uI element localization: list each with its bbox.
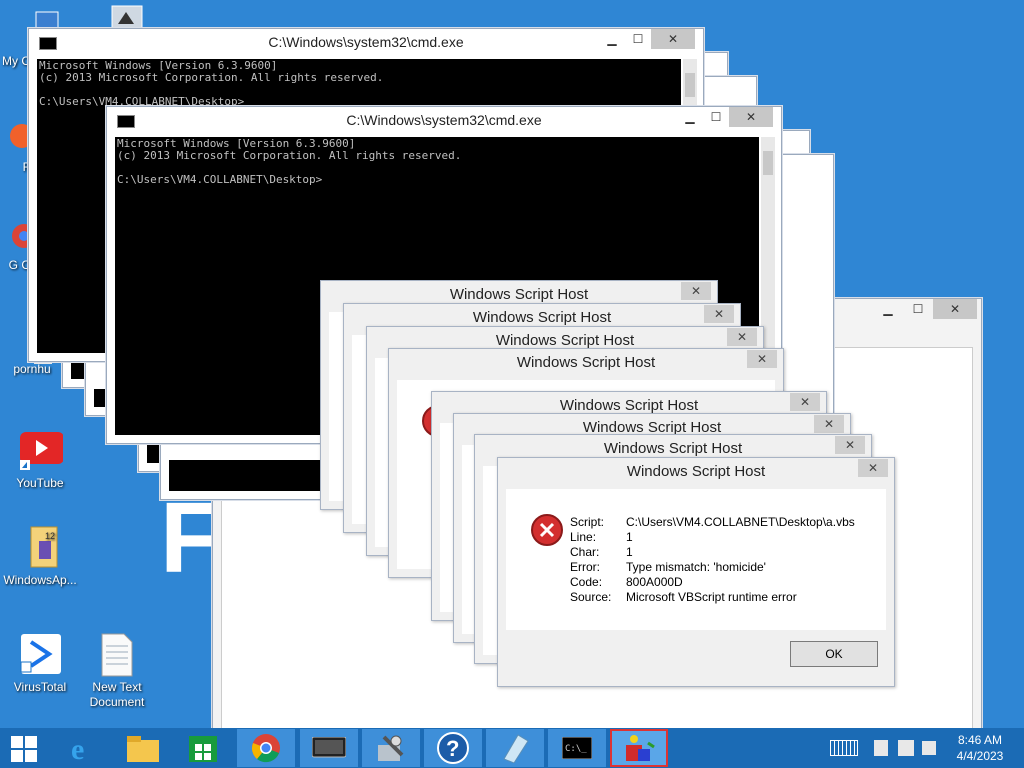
error-details: Script: C:\Users\VM4.COLLABNET\Desktop\a.… bbox=[570, 515, 855, 605]
taskbar-ie[interactable]: e bbox=[54, 729, 112, 767]
clock[interactable]: 8:46 AM 4/4/2023 bbox=[948, 732, 1012, 764]
taskbar-help[interactable]: ? bbox=[424, 729, 482, 767]
taskbar-chrome[interactable] bbox=[237, 729, 295, 767]
field-label: Source: bbox=[570, 590, 612, 604]
dialog-title: Windows Script Host bbox=[559, 397, 699, 414]
store-icon bbox=[189, 736, 217, 762]
svg-text:C:\_: C:\_ bbox=[565, 744, 587, 754]
field-value: 1 bbox=[626, 530, 633, 544]
taskbar: e ? C:\_ 8:46 AM 4/4/2023 bbox=[0, 728, 1024, 768]
close-button[interactable]: ✕ bbox=[814, 415, 844, 433]
script-host-icon bbox=[626, 735, 655, 761]
svg-text:e: e bbox=[71, 733, 84, 763]
close-button[interactable]: ✕ bbox=[933, 299, 977, 319]
chrome-icon bbox=[251, 734, 280, 763]
maximize-button[interactable]: ☐ bbox=[903, 299, 933, 319]
notepad-icon bbox=[503, 734, 529, 763]
app-icon bbox=[0, 118, 34, 158]
close-button[interactable]: ✕ bbox=[681, 282, 711, 300]
ok-button[interactable]: OK bbox=[790, 641, 878, 667]
taskbar-tools[interactable] bbox=[362, 729, 420, 767]
dialog-title: Windows Script Host bbox=[472, 309, 612, 326]
desktop-icon-virustotal[interactable]: VirusTotal bbox=[0, 630, 80, 695]
error-icon bbox=[531, 514, 563, 546]
dialog-message-area: Script: C:\Users\VM4.COLLABNET\Desktop\a.… bbox=[506, 489, 886, 630]
desktop-icon-youtube[interactable]: YouTube bbox=[0, 430, 80, 491]
dialog-title: Windows Script Host bbox=[495, 332, 635, 349]
virustotal-icon bbox=[17, 630, 63, 676]
field-value: C:\Users\VM4.COLLABNET\Desktop\a.vbs bbox=[626, 515, 855, 529]
clock-time: 8:46 AM bbox=[957, 733, 1003, 747]
taskbar-script-host[interactable] bbox=[610, 729, 668, 767]
network-icon[interactable] bbox=[898, 740, 914, 756]
close-button[interactable]: ✕ bbox=[727, 328, 757, 346]
close-button[interactable]: ✕ bbox=[835, 436, 865, 454]
field-label: Code: bbox=[570, 575, 603, 589]
svg-text:12: 12 bbox=[45, 531, 55, 541]
minimize-button[interactable]: ▁ bbox=[677, 107, 703, 127]
field-label: Char: bbox=[570, 545, 600, 559]
close-button[interactable]: ✕ bbox=[790, 393, 820, 411]
field-value: Type mismatch: 'homicide' bbox=[626, 560, 766, 574]
close-button[interactable]: ✕ bbox=[729, 107, 773, 127]
dialog-title: Windows Script Host bbox=[449, 286, 589, 303]
chrome-icon bbox=[0, 220, 36, 256]
title-bar[interactable]: C:\Windows\system32\cmd.exe ▁ ☐ ✕ bbox=[29, 29, 703, 56]
taskbar-file-explorer[interactable] bbox=[114, 729, 172, 767]
dialog-title: Windows Script Host bbox=[603, 440, 743, 457]
close-button[interactable]: ✕ bbox=[651, 29, 695, 49]
desktop-icon-new-text-document[interactable]: New Text Document bbox=[77, 632, 157, 710]
youtube-icon bbox=[17, 430, 64, 476]
desktop-icon-windowsapp[interactable]: 12 WindowsAp... bbox=[0, 525, 80, 588]
taskbar-notepad[interactable] bbox=[486, 729, 544, 767]
field-value: 800A000D bbox=[626, 575, 683, 589]
archive-icon: 12 bbox=[17, 525, 63, 571]
dialog-title: Windows Script Host bbox=[626, 463, 766, 480]
file-explorer-icon bbox=[127, 736, 159, 762]
text-document-icon bbox=[94, 632, 140, 678]
minimize-button[interactable]: ▁ bbox=[873, 299, 903, 319]
field-label: Script: bbox=[570, 515, 605, 529]
clock-date: 4/4/2023 bbox=[956, 749, 1004, 763]
help-icon: ? bbox=[437, 732, 469, 764]
close-button[interactable]: ✕ bbox=[704, 305, 734, 323]
field-value: 1 bbox=[626, 545, 633, 559]
tablet-icon bbox=[312, 737, 346, 758]
field-label: Line: bbox=[570, 530, 597, 544]
cmd-icon: C:\_ bbox=[562, 737, 592, 759]
field-label: Error: bbox=[570, 560, 600, 574]
flag-icon[interactable] bbox=[874, 740, 888, 756]
maximize-button[interactable]: ☐ bbox=[703, 107, 729, 127]
taskbar-tablet[interactable] bbox=[300, 729, 358, 767]
title-bar[interactable]: C:\Windows\system32\cmd.exe ▁ ☐ ✕ bbox=[107, 107, 781, 134]
svg-text:?: ? bbox=[446, 736, 459, 761]
maximize-button[interactable]: ☐ bbox=[625, 29, 651, 49]
close-button[interactable]: ✕ bbox=[858, 459, 888, 477]
internet-explorer-icon: e bbox=[71, 733, 84, 763]
taskbar-store[interactable] bbox=[174, 729, 232, 767]
keyboard-icon[interactable] bbox=[830, 740, 858, 756]
desktop-icon-f[interactable]: F bbox=[0, 118, 34, 175]
start-button[interactable] bbox=[0, 728, 50, 768]
taskbar-cmd[interactable]: C:\_ bbox=[548, 729, 606, 767]
minimize-button[interactable]: ▁ bbox=[599, 29, 625, 49]
script-host-dialog-front[interactable]: Windows Script Host ✕ Script: C:\Users\VM… bbox=[497, 457, 895, 687]
volume-icon[interactable] bbox=[922, 741, 936, 755]
windows-icon bbox=[11, 736, 37, 762]
tools-icon bbox=[378, 735, 404, 761]
desktop-icon-g[interactable]: G C bbox=[0, 220, 36, 273]
close-button[interactable]: ✕ bbox=[747, 350, 777, 368]
field-value: Microsoft VBScript runtime error bbox=[626, 590, 797, 604]
dialog-title: Windows Script Host bbox=[516, 354, 656, 371]
